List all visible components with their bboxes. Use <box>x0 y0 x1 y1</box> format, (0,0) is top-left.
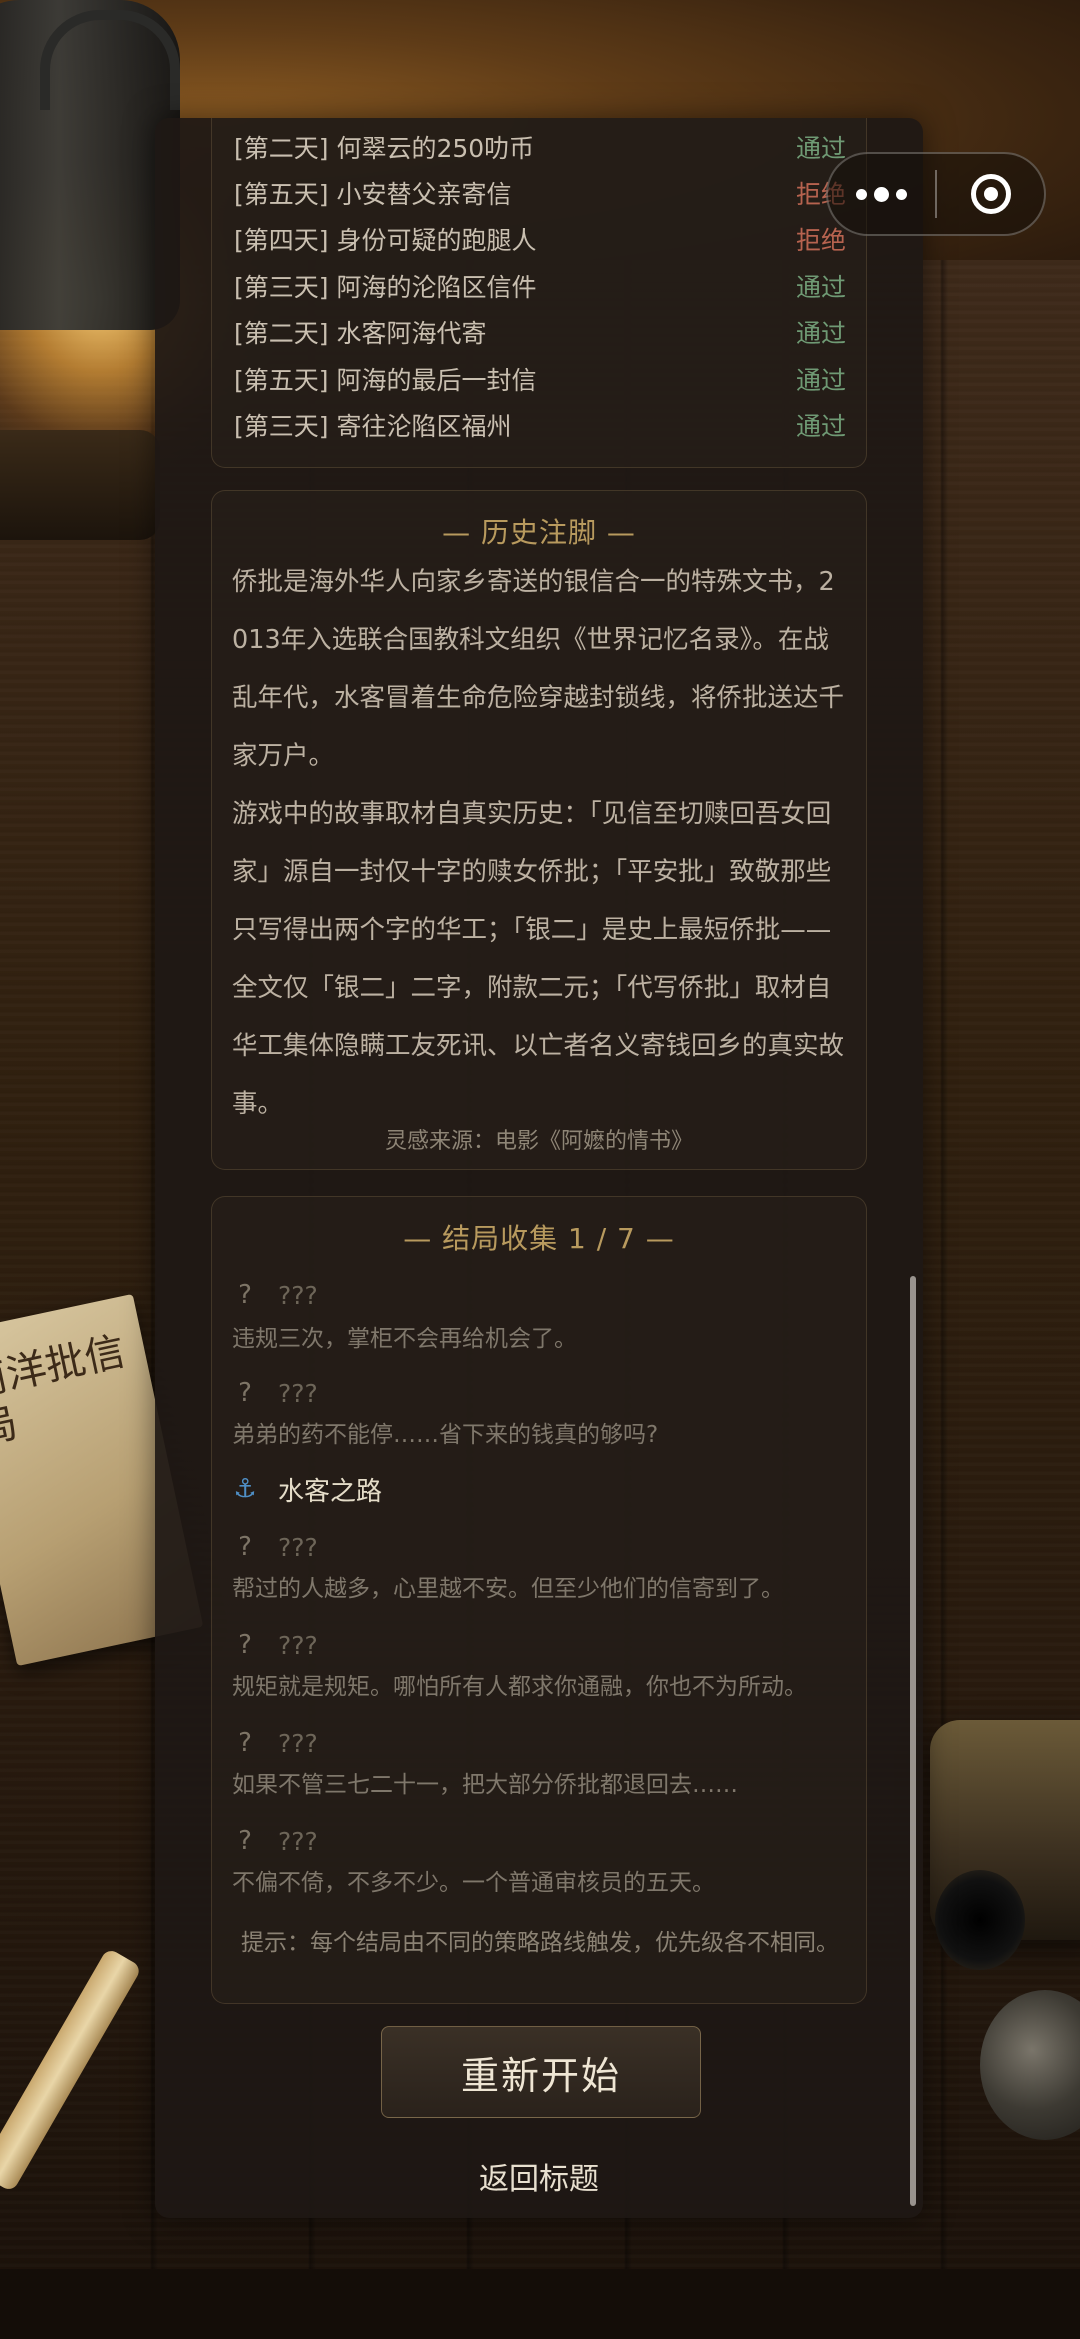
target-close-icon-center <box>983 187 998 201</box>
log-row-title: [第三天] 寄往沦陷区福州 <box>234 412 512 441</box>
miniprogram-capsule <box>826 152 1046 236</box>
history-source: 灵感来源：电影《阿嬷的情书》 <box>384 1129 693 1154</box>
endings-heading: — 结局收集 1 / 7 — <box>403 1222 675 1255</box>
question-mark-icon: ? <box>238 1378 252 1408</box>
history-paragraph: 侨批是海外华人向家乡寄送的银信合一的特殊文书，2013年入选联合国教科文组织《世… <box>232 567 845 771</box>
log-row: [第四天] 身份可疑的跑腿人 拒绝 <box>234 219 846 259</box>
log-row: [第三天] 寄往沦陷区福州 通过 <box>234 405 846 445</box>
ending-title: ??? <box>278 1280 318 1310</box>
ending-item: ? ??? <box>230 1723 318 1763</box>
ending-item: ? ??? <box>230 1373 318 1413</box>
background-bottom-edge <box>0 2269 1080 2339</box>
scrollbar[interactable] <box>910 1276 916 2206</box>
endings-collection-card: — 结局收集 1 / 7 — ? ??? 违规三次，掌柜不会再给机会了。 ? ?… <box>211 1196 867 2004</box>
log-row-title: [第三天] 阿海的沦陷区信件 <box>234 273 537 302</box>
history-paragraph: 游戏中的故事取材自真实历史：「见信至切赎回吾女回家」源自一封仅十字的赎女侨批；「… <box>232 799 845 1119</box>
log-row: [第二天] 水客阿海代寄 通过 <box>234 312 846 352</box>
log-row-status: 通过 <box>795 366 846 395</box>
restart-button[interactable]: 重新开始 <box>381 2026 701 2118</box>
decision-log-card: [第二天] 何翠云的250叻币 通过 [第五天] 小安替父亲寄信 拒绝 [第四天… <box>211 118 867 468</box>
question-mark-icon: ? <box>238 1826 252 1856</box>
target-close-icon <box>970 174 1011 214</box>
close-miniprogram-button[interactable] <box>937 154 1044 234</box>
question-mark-icon: ? <box>238 1280 252 1310</box>
log-row-title: [第二天] 水客阿海代寄 <box>234 319 487 348</box>
more-options-button[interactable] <box>828 154 935 234</box>
ending-item: ? ??? <box>230 1625 318 1665</box>
question-mark-icon: ? <box>238 1728 252 1758</box>
log-row: [第三天] 阿海的沦陷区信件 通过 <box>234 266 846 306</box>
ending-description: 帮过的人越多，心里越不安。但至少他们的信寄到了。 <box>232 1576 784 1602</box>
ending-item: ? ??? <box>230 1821 318 1861</box>
ending-item: ? ??? <box>230 1275 318 1315</box>
log-row: [第五天] 小安替父亲寄信 拒绝 <box>234 173 846 213</box>
log-row: [第五天] 阿海的最后一封信 通过 <box>234 359 846 399</box>
ending-title: ??? <box>278 1826 318 1856</box>
log-row-title: [第四天] 身份可疑的跑腿人 <box>234 226 537 255</box>
history-body: 侨批是海外华人向家乡寄送的银信合一的特殊文书，2013年入选联合国教科文组织《世… <box>232 553 848 1133</box>
more-dots-icon <box>874 186 889 202</box>
history-heading: — 历史注脚 — <box>442 516 636 549</box>
lantern-base <box>0 430 160 540</box>
ending-title: ??? <box>278 1728 318 1758</box>
lantern-handle <box>40 10 180 110</box>
endings-hint: 提示：每个结局由不同的策略路线触发，优先级各不相同。 <box>241 1930 839 1956</box>
history-footnote-card: — 历史注脚 — 侨批是海外华人向家乡寄送的银信合一的特殊文书，2013年入选联… <box>211 490 867 1170</box>
ending-title: 水客之路 <box>278 1476 383 1507</box>
log-row-status: 通过 <box>795 319 846 348</box>
log-row: [第二天] 何翠云的250叻币 通过 <box>234 127 846 167</box>
log-row-title: [第五天] 阿海的最后一封信 <box>234 366 537 395</box>
log-row-status: 通过 <box>795 273 846 302</box>
back-to-title-link[interactable]: 返回标题 <box>155 2154 923 2198</box>
ending-title: ??? <box>278 1378 318 1408</box>
envelope-lettering: 南洋批信局 <box>0 1328 130 1454</box>
ending-item: ? ??? <box>230 1527 318 1567</box>
more-dots-icon <box>896 188 907 200</box>
ending-description: 如果不管三七二十一，把大部分侨批都退回去…… <box>232 1772 738 1798</box>
ending-description: 弟弟的药不能停……省下来的钱真的够吗? <box>232 1422 659 1448</box>
log-row-status: 通过 <box>795 412 846 441</box>
ending-description: 规矩就是规矩。哪怕所有人都求你通融，你也不为所动。 <box>232 1674 807 1700</box>
log-row-title: [第二天] 何翠云的250叻币 <box>234 134 535 163</box>
ending-description: 违规三次，掌柜不会再给机会了。 <box>232 1326 577 1352</box>
ending-description: 不偏不倚，不多不少。一个普通审核员的五天。 <box>232 1870 715 1896</box>
result-panel[interactable]: [第二天] 何翠云的250叻币 通过 [第五天] 小安替父亲寄信 拒绝 [第四天… <box>155 118 923 2218</box>
question-mark-icon: ? <box>238 1532 252 1562</box>
inkwell-opening <box>935 1870 1025 1970</box>
anchor-icon: ⚓ <box>233 1474 257 1504</box>
more-dots-icon <box>856 188 867 200</box>
ending-item-unlocked: ⚓ 水客之路 <box>230 1469 382 1509</box>
ending-title: ??? <box>278 1532 318 1562</box>
log-row-title: [第五天] 小安替父亲寄信 <box>234 180 512 209</box>
ending-title: ??? <box>278 1630 318 1660</box>
question-mark-icon: ? <box>238 1630 252 1660</box>
